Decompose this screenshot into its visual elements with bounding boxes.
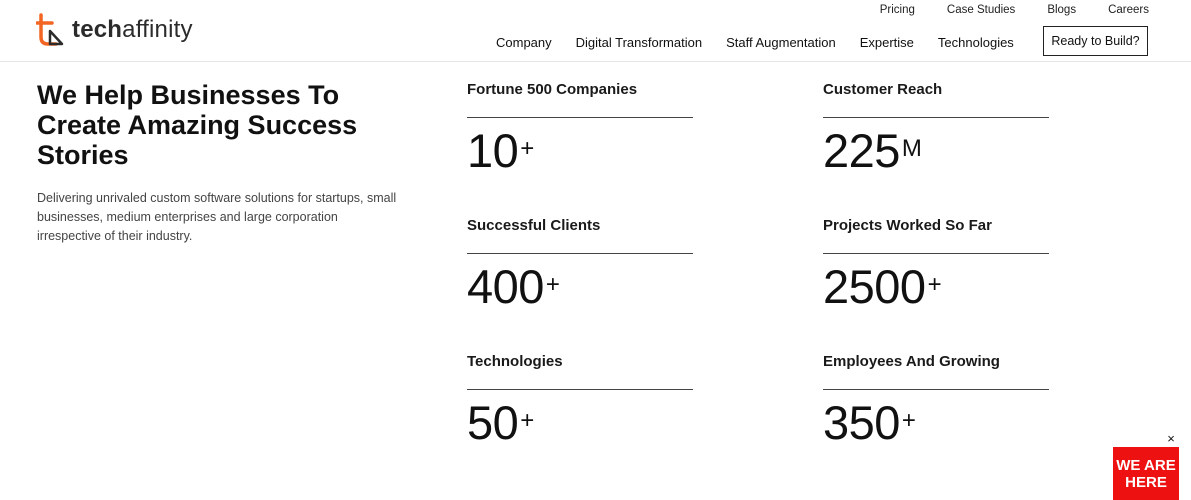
stat-value: 2500+ [823,260,942,313]
stat-projects-worked: Projects Worked So Far 2500+ [823,216,1049,312]
divider [823,117,1049,118]
close-icon[interactable]: × [1164,432,1178,446]
logo[interactable]: techaffinity [36,13,193,47]
divider [823,389,1049,390]
stat-value: 225M [823,124,922,177]
stat-value: 400+ [467,260,560,313]
nav-item-expertise[interactable]: Expertise [860,35,914,50]
badge-line-1: WE ARE [1116,456,1176,474]
stat-technologies: Technologies 50+ [467,352,693,448]
stat-label: Employees And Growing [823,353,1000,370]
hero-description: Delivering unrivaled custom software sol… [37,191,397,243]
hero-title: We Help Businesses To Create Amazing Suc… [37,80,358,170]
stat-value: 350+ [823,396,916,449]
stat-customer-reach: Customer Reach 225M [823,80,1049,176]
nav-item-company[interactable]: Company [496,35,552,50]
stat-label: Technologies [467,353,563,370]
divider [467,389,693,390]
nav-link-blogs[interactable]: Blogs [1047,4,1076,16]
nav-link-case-studies[interactable]: Case Studies [947,4,1015,16]
stat-label: Customer Reach [823,81,943,98]
stat-label: Successful Clients [467,217,601,234]
stat-label: Projects Worked So Far [823,217,992,234]
stat-value: 10+ [467,124,534,177]
site-header: techaffinity Pricing Case Studies Blogs … [0,0,1191,62]
top-utility-nav: Pricing Case Studies Blogs Careers [848,4,1149,16]
stat-employees: Employees And Growing 350+ [823,352,1049,448]
we-are-here-badge[interactable]: WE ARE HERE [1113,447,1179,500]
nav-item-technologies[interactable]: Technologies [938,35,1014,50]
nav-link-pricing[interactable]: Pricing [880,4,915,16]
logo-mark-icon [36,13,64,46]
stat-fortune-500: Fortune 500 Companies 10+ [467,80,693,176]
badge-line-2: HERE [1125,473,1167,491]
divider [467,253,693,254]
stat-value: 50+ [467,396,534,449]
divider [467,117,693,118]
stat-successful-clients: Successful Clients 400+ [467,216,693,312]
nav-item-staff-augmentation[interactable]: Staff Augmentation [726,35,836,50]
stat-label: Fortune 500 Companies [467,81,638,98]
main-nav: Company Digital Transformation Staff Aug… [496,35,1038,50]
nav-link-careers[interactable]: Careers [1108,4,1149,16]
logo-text: techaffinity [72,16,193,43]
ready-to-build-button[interactable]: Ready to Build? [1043,26,1148,56]
divider [823,253,1049,254]
nav-item-digital-transformation[interactable]: Digital Transformation [576,35,702,50]
